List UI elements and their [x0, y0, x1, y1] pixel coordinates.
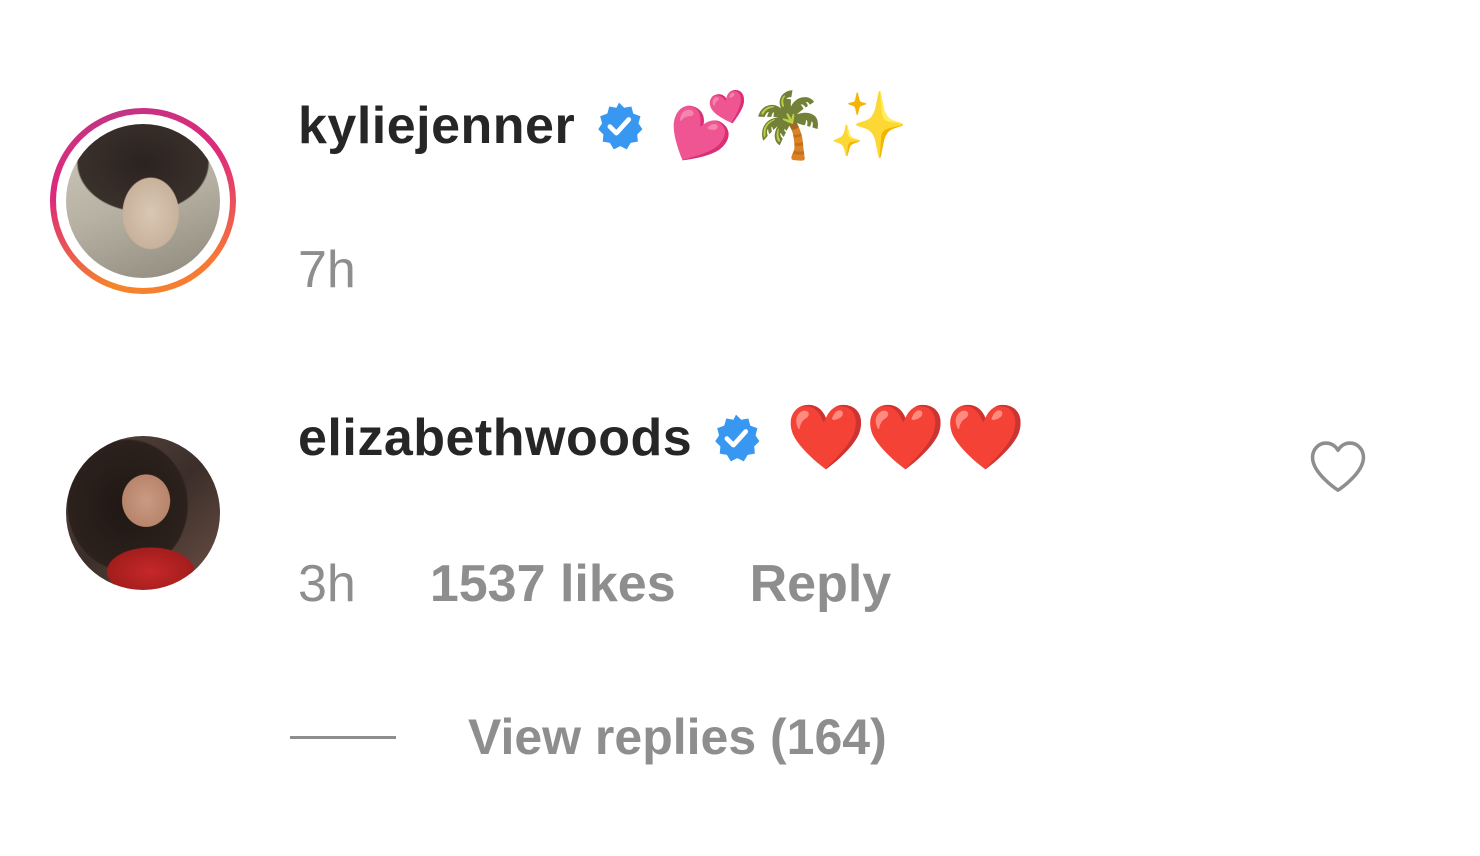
comment-header: elizabethwoods ❤️❤️❤️: [298, 406, 1025, 470]
timestamp[interactable]: 7h: [298, 240, 356, 300]
verified-badge-icon: [598, 102, 643, 150]
comment-meta: 7h: [298, 240, 356, 300]
comment-header: kyliejenner 💕🌴✨: [298, 94, 908, 158]
comment-text: 💕🌴✨: [669, 89, 909, 163]
username-link[interactable]: kyliejenner: [298, 96, 575, 156]
comment-meta: 3h 1537 likes Reply: [298, 554, 891, 614]
username-link[interactable]: elizabethwoods: [298, 408, 692, 468]
verified-badge-icon: [715, 414, 760, 462]
heart-outline-icon[interactable]: [1306, 438, 1370, 494]
view-replies-button[interactable]: View replies (164): [290, 708, 887, 766]
likes-count-button[interactable]: 1537 likes: [430, 554, 676, 614]
avatar[interactable]: [66, 124, 220, 278]
avatar[interactable]: [66, 436, 220, 590]
comment-text: ❤️❤️❤️: [786, 401, 1026, 475]
view-replies-label[interactable]: View replies (164): [468, 708, 887, 766]
divider-line: [290, 735, 396, 739]
timestamp[interactable]: 3h: [298, 554, 356, 614]
reply-button[interactable]: Reply: [750, 554, 892, 614]
